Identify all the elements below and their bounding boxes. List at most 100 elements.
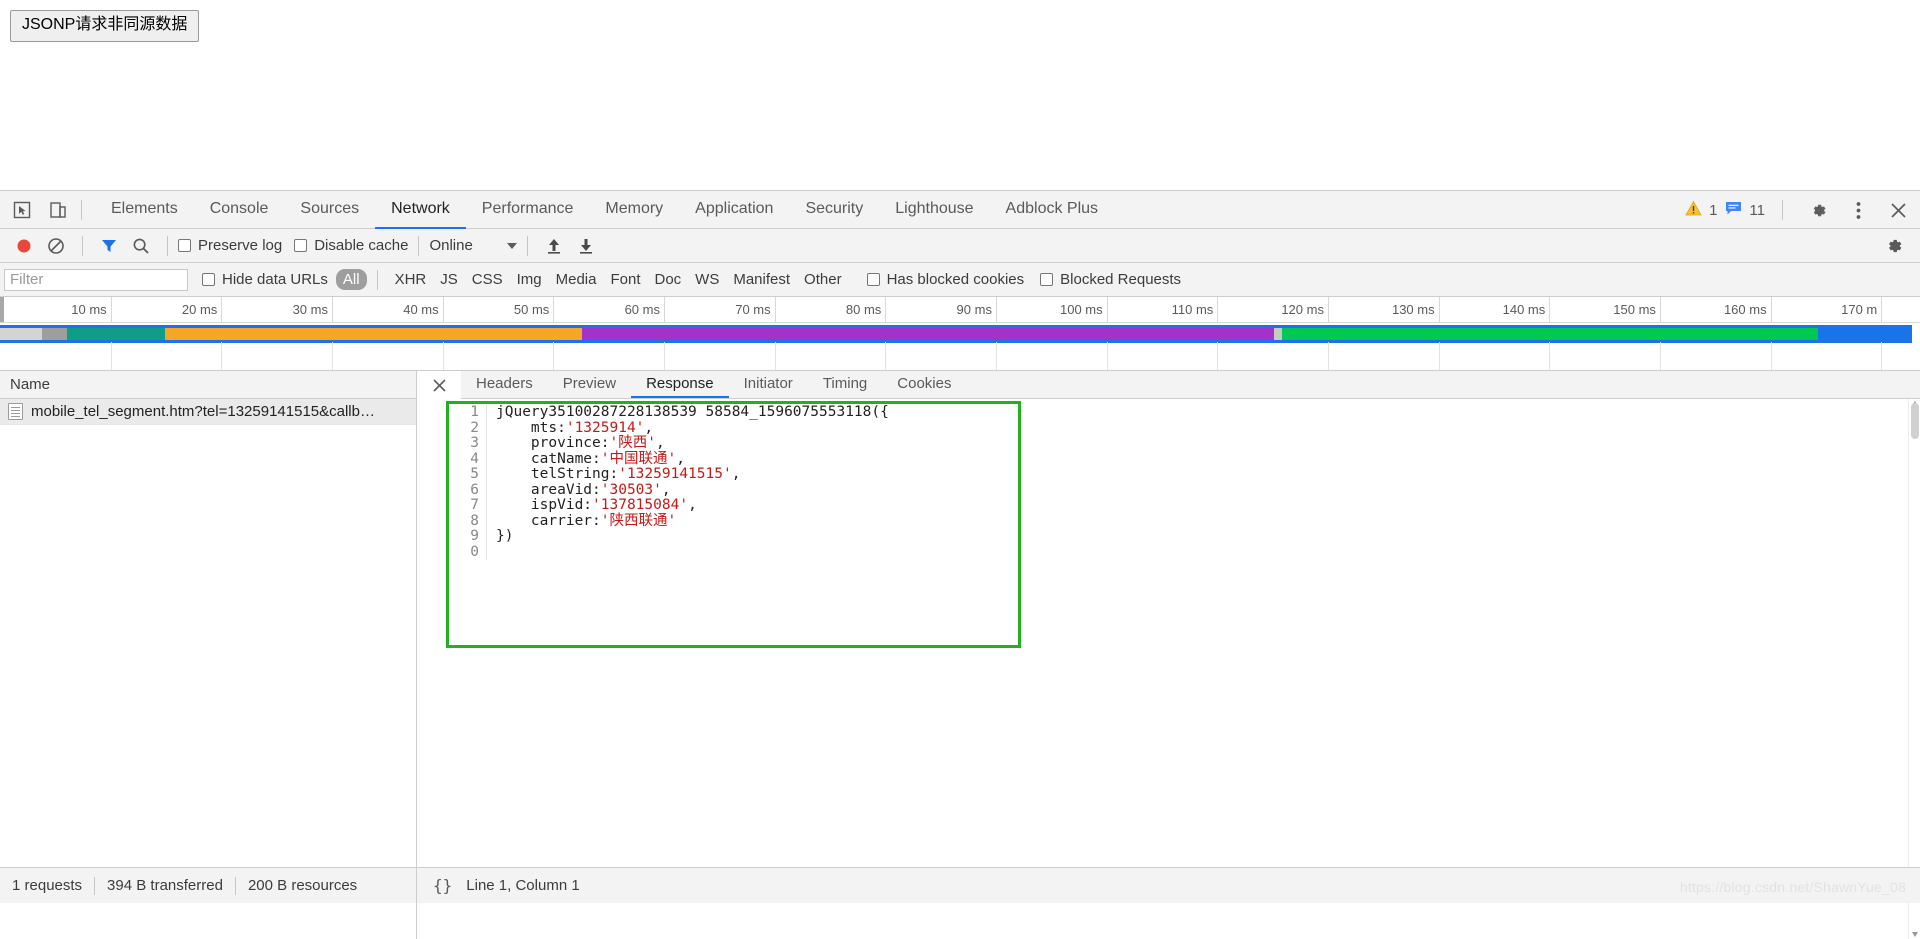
throttling-select[interactable]: Online <box>429 237 517 254</box>
hide-data-urls-checkbox[interactable]: Hide data URLs <box>202 271 328 288</box>
tab-timing[interactable]: Timing <box>808 371 882 398</box>
transferred-size: 394 B transferred <box>107 877 223 894</box>
has-blocked-cookies-box[interactable] <box>866 273 880 286</box>
tab-console[interactable]: Console <box>194 191 285 229</box>
pretty-print-braces-icon[interactable]: {} <box>433 876 452 895</box>
filter-type-doc[interactable]: Doc <box>647 269 688 290</box>
overview-gridline <box>1881 342 1883 370</box>
preserve-log-checkbox[interactable]: Preserve log <box>178 237 282 254</box>
request-list-header[interactable]: Name <box>0 371 416 399</box>
resources-size: 200 B resources <box>247 877 358 894</box>
tab-initiator[interactable]: Initiator <box>729 371 808 398</box>
hide-data-urls-box[interactable] <box>202 273 215 286</box>
filter-type-js[interactable]: JS <box>433 269 465 290</box>
filter-funnel-icon[interactable] <box>96 233 122 259</box>
overview-gridline <box>1659 342 1661 370</box>
warning-icon[interactable] <box>1685 200 1702 221</box>
tab-security[interactable]: Security <box>789 191 879 229</box>
overview-gridline <box>553 342 555 370</box>
response-scrollbar[interactable] <box>1908 399 1920 939</box>
table-row[interactable]: mobile_tel_segment.htm?tel=13259141515&c… <box>0 399 416 425</box>
tab-lighthouse[interactable]: Lighthouse <box>879 191 989 229</box>
filter-type-xhr[interactable]: XHR <box>388 269 434 290</box>
overview-gridline <box>1106 342 1108 370</box>
waterfall-segment-finish <box>1818 328 1912 340</box>
filter-divider <box>376 269 378 290</box>
tab-headers[interactable]: Headers <box>461 371 548 398</box>
tab-network[interactable]: Network <box>375 191 466 229</box>
blocked-requests-box[interactable] <box>1040 273 1054 286</box>
overview-gridline <box>110 342 112 370</box>
export-har-icon[interactable] <box>573 233 599 259</box>
disable-cache-box[interactable] <box>294 239 308 252</box>
string-literal: '陕西' <box>609 435 656 451</box>
response-body-viewer[interactable]: 1234567890 jQuery35100287228138539 58584… <box>461 399 1920 939</box>
code-token: ispVid: <box>496 497 593 513</box>
filter-type-font[interactable]: Font <box>603 269 647 290</box>
code-token: , <box>688 497 697 513</box>
tab-elements[interactable]: Elements <box>95 191 194 229</box>
tab-memory[interactable]: Memory <box>589 191 679 229</box>
network-overview[interactable]: 10 ms 20 ms 30 ms 40 ms 50 ms 60 ms 70 ms 80 ms… <box>0 297 1920 371</box>
search-icon[interactable] <box>128 233 154 259</box>
tab-sources[interactable]: Sources <box>284 191 375 229</box>
network-settings-gear-icon[interactable] <box>1881 233 1907 259</box>
device-toolbar-icon[interactable] <box>44 196 72 224</box>
ruler-tick-label: 130 ms <box>1391 302 1435 317</box>
kebab-menu-icon[interactable] <box>1844 196 1872 224</box>
filter-type-css[interactable]: CSS <box>465 269 510 290</box>
blocked-requests-checkbox[interactable]: Blocked Requests <box>1040 271 1181 288</box>
inspect-cursor-icon[interactable] <box>8 196 36 224</box>
tab-adblock-plus[interactable]: Adblock Plus <box>990 191 1115 229</box>
code-line: jQuery35100287228138539 58584_1596075553… <box>496 404 889 421</box>
scrollbar-thumb[interactable] <box>1911 403 1919 439</box>
scroll-down-arrow-icon[interactable] <box>1912 932 1918 937</box>
overview-gridline <box>995 342 997 370</box>
waterfall-segment-waiting-ttfb <box>582 328 1274 340</box>
filter-type-img[interactable]: Img <box>510 269 549 290</box>
code-token: telString: <box>496 466 619 482</box>
waterfall-segment-stalled <box>42 328 67 340</box>
line-number-gutter: 1234567890 <box>461 404 487 560</box>
ruler-tick: 70 ms <box>735 297 776 322</box>
gear-icon[interactable] <box>1804 196 1832 224</box>
filter-type-ws[interactable]: WS <box>688 269 726 290</box>
jsonp-request-button[interactable]: JSONP请求非同源数据 <box>10 10 200 42</box>
ruler-tick: 40 ms <box>403 297 444 322</box>
clear-icon[interactable] <box>43 233 69 259</box>
line-number: 0 <box>470 543 479 560</box>
toolbar-divider <box>82 235 83 256</box>
ruler-tick: 150 ms <box>1613 297 1661 322</box>
close-detail-icon[interactable] <box>417 371 461 399</box>
import-har-icon[interactable] <box>541 233 567 259</box>
ruler-tick: 80 ms <box>846 297 887 322</box>
tab-cookies[interactable]: Cookies <box>882 371 966 398</box>
ruler-tick-label: 10 ms <box>71 302 107 317</box>
tab-performance[interactable]: Performance <box>466 191 590 229</box>
filter-type-other[interactable]: Other <box>797 269 849 290</box>
tab-response[interactable]: Response <box>631 371 729 398</box>
tab-preview[interactable]: Preview <box>548 371 631 398</box>
message-icon[interactable] <box>1725 201 1742 220</box>
code-token: mts: <box>496 419 566 436</box>
code-token: carrier: <box>496 512 601 529</box>
ruler-tick-label: 140 ms <box>1502 302 1546 317</box>
close-icon[interactable] <box>1884 196 1912 224</box>
filter-input[interactable] <box>4 268 188 291</box>
tab-application[interactable]: Application <box>679 191 789 229</box>
filter-type-all[interactable]: All <box>335 269 367 290</box>
overview-waterfall <box>0 325 1920 343</box>
record-button-icon[interactable] <box>11 233 37 259</box>
ruler-tick-label: 100 ms <box>1059 302 1103 317</box>
ruler-tick-label: 60 ms <box>624 302 660 317</box>
waterfall-segment-queueing <box>0 328 42 340</box>
line-number: 2 <box>470 419 479 436</box>
status-divider <box>234 876 236 895</box>
disable-cache-checkbox[interactable]: Disable cache <box>294 237 408 254</box>
has-blocked-cookies-checkbox[interactable]: Has blocked cookies <box>866 271 1024 288</box>
code-token: areaVid: <box>496 481 601 498</box>
preserve-log-box[interactable] <box>178 239 191 252</box>
filter-type-media[interactable]: Media <box>549 269 604 290</box>
filter-type-manifest[interactable]: Manifest <box>726 269 797 290</box>
